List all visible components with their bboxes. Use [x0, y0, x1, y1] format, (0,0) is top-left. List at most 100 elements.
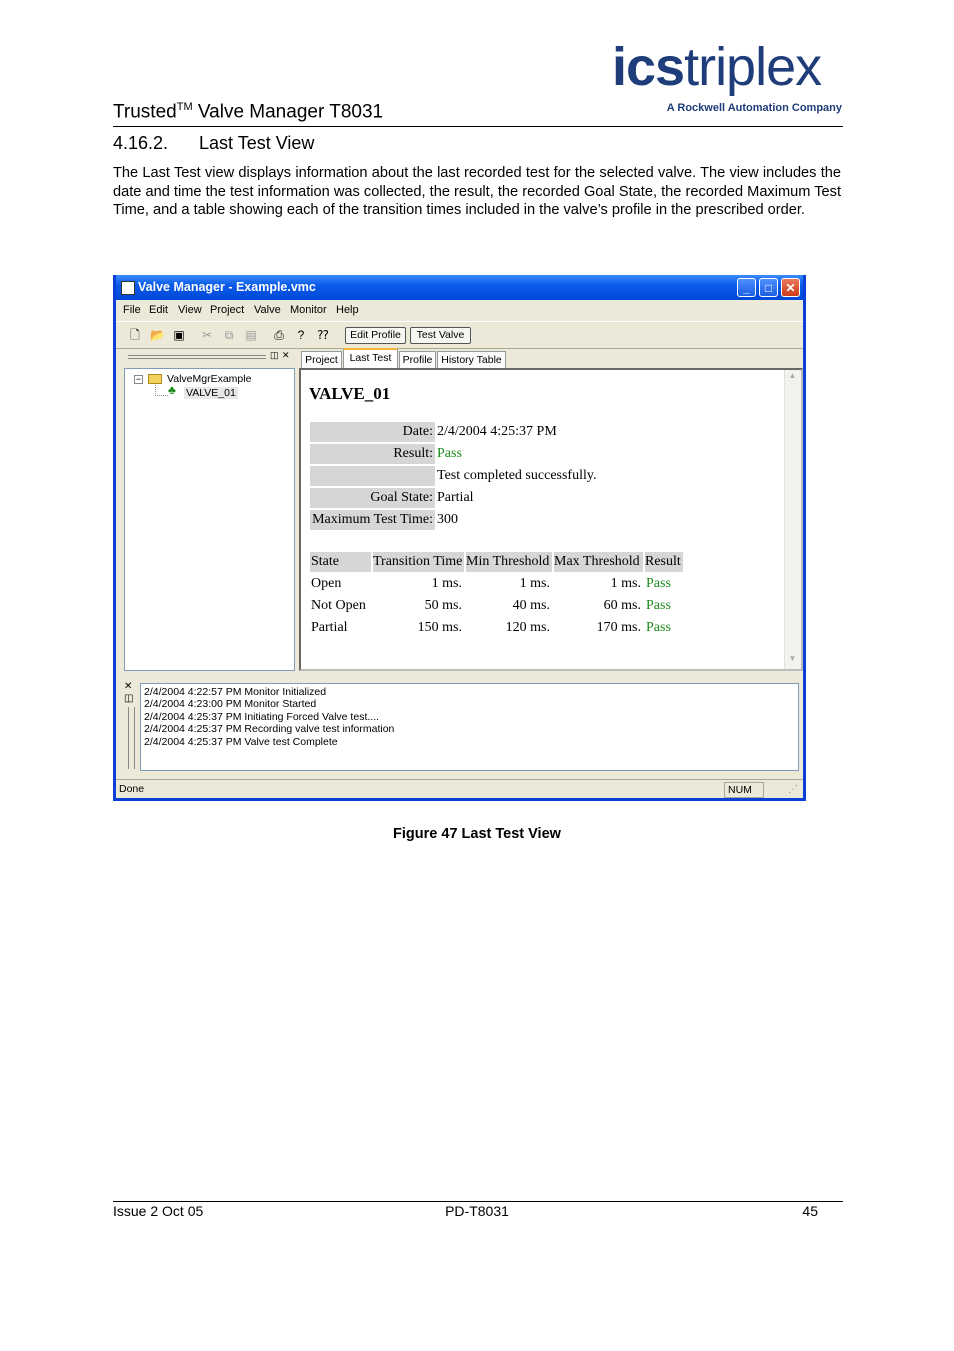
max-test-time-value: 300: [437, 512, 458, 527]
logo-tagline: A Rockwell Automation Company: [666, 102, 842, 114]
tree-root-item[interactable]: ValveMgrExample: [167, 373, 251, 385]
vertical-scrollbar[interactable]: ▲ ▼: [784, 370, 801, 669]
footer-rule: [113, 1201, 843, 1202]
table-cell: 40 ms.: [512, 598, 550, 613]
table-header-state: State: [310, 552, 371, 572]
cut-icon[interactable]: ✂: [200, 328, 214, 342]
table-cell: 170 ms.: [596, 620, 641, 635]
table-header-result: Result: [645, 552, 683, 572]
print-icon[interactable]: ⎙: [272, 328, 286, 342]
goal-state-label: Goal State:: [310, 488, 435, 508]
section-title: Last Test View: [199, 133, 315, 153]
menu-project[interactable]: Project: [210, 300, 244, 320]
dock-close-icon[interactable]: ✕: [282, 350, 290, 361]
message-value: Test completed successfully.: [437, 468, 597, 483]
table-cell: Pass: [646, 576, 671, 591]
app-window: Valve Manager - Example.vmc _ □ ✕ File E…: [113, 275, 806, 801]
logo-bold-text: ics: [612, 37, 685, 97]
close-button[interactable]: ✕: [781, 278, 800, 297]
tab-history-table[interactable]: History Table: [437, 351, 506, 368]
menu-file[interactable]: File: [123, 300, 141, 320]
paste-icon[interactable]: ▤: [244, 328, 258, 342]
logo-light-text: triplex: [684, 37, 822, 97]
help-icon[interactable]: ?: [294, 328, 308, 342]
edit-profile-button[interactable]: Edit Profile: [345, 327, 406, 344]
scroll-up-icon[interactable]: ▲: [786, 371, 799, 385]
valve-icon: ♣: [168, 383, 176, 397]
menu-help[interactable]: Help: [336, 300, 359, 320]
status-bar: Done NUM ⋰: [116, 779, 803, 799]
menu-edit[interactable]: Edit: [149, 300, 168, 320]
table-cell: Pass: [646, 598, 671, 613]
doc-title-post: Valve Manager T8031: [192, 101, 384, 123]
project-tree: − ValveMgrExample ♣ VALVE_01: [124, 368, 295, 671]
toolbar: 🗋 📂 ▣ ✂ ⧉ ▤ ⎙ ? ⁇ Edit Profile Test Valv…: [116, 321, 803, 349]
date-label: Date:: [310, 422, 435, 442]
message-label: [310, 466, 435, 486]
title-bar[interactable]: Valve Manager - Example.vmc _ □ ✕: [116, 275, 803, 300]
folder-icon: [148, 374, 162, 384]
scroll-down-icon[interactable]: ▼: [786, 654, 799, 668]
maximize-button[interactable]: □: [759, 278, 778, 297]
tab-project[interactable]: Project: [301, 351, 342, 368]
last-test-view: ▲ ▼ VALVE_01 Date: 2/4/2004 4:25:37 PM R…: [299, 368, 803, 671]
tree-connector: [155, 385, 168, 396]
table-header-transition-time: Transition Time: [373, 552, 464, 572]
header-rule: [113, 126, 843, 127]
valve-name-heading: VALVE_01: [309, 384, 391, 403]
dock-grip[interactable]: ◫ ✕: [124, 350, 292, 361]
log-close-icon[interactable]: ✕: [124, 681, 132, 692]
resize-grip-icon[interactable]: ⋰: [788, 780, 798, 799]
doc-title-pre: Trusted: [113, 101, 177, 123]
section-number: 4.16.2.: [113, 133, 169, 153]
max-test-time-label: Maximum Test Time:: [310, 510, 435, 530]
context-help-icon[interactable]: ⁇: [316, 328, 330, 342]
log-grip[interactable]: [128, 707, 135, 769]
log-line: 2/4/2004 4:25:37 PM Valve test Complete: [144, 735, 338, 748]
table-cell: 1 ms.: [431, 576, 462, 591]
footer-page-number: 45: [802, 1203, 818, 1219]
tree-collapse-icon[interactable]: −: [134, 375, 143, 384]
tab-last-test[interactable]: Last Test: [343, 348, 398, 368]
minimize-button[interactable]: _: [737, 278, 756, 297]
log-line: 2/4/2004 4:25:37 PM Initiating Forced Va…: [144, 710, 380, 723]
table-cell: 120 ms.: [505, 620, 550, 635]
result-label: Result:: [310, 444, 435, 464]
table-cell: 60 ms.: [603, 598, 641, 613]
num-lock-indicator: NUM: [724, 782, 764, 798]
table-header-max-threshold: Max Threshold: [554, 552, 643, 572]
table-cell: 50 ms.: [424, 598, 462, 613]
section-heading: 4.16.2. Last Test View: [113, 133, 314, 154]
tree-valve-item[interactable]: VALVE_01: [184, 387, 238, 399]
table-cell: Not Open: [311, 598, 366, 613]
figure-caption: Figure 47 Last Test View: [393, 826, 561, 842]
table-header-min-threshold: Min Threshold: [466, 552, 552, 572]
date-value: 2/4/2004 4:25:37 PM: [437, 424, 557, 439]
log-output: 2/4/2004 4:22:57 PM Monitor Initialized …: [140, 683, 799, 771]
window-title: Valve Manager - Example.vmc: [138, 280, 316, 294]
document-title: TrustedTM Valve Manager T8031: [113, 101, 383, 123]
open-folder-icon[interactable]: 📂: [150, 328, 165, 342]
section-paragraph: The Last Test view displays information …: [113, 165, 841, 218]
log-line: 2/4/2004 4:23:00 PM Monitor Started: [144, 698, 317, 711]
log-line: 2/4/2004 4:22:57 PM Monitor Initialized: [144, 686, 327, 698]
tab-profile[interactable]: Profile: [399, 351, 436, 368]
copy-icon[interactable]: ⧉: [222, 328, 236, 342]
test-valve-button[interactable]: Test Valve: [410, 327, 471, 344]
table-cell: Partial: [311, 620, 348, 635]
table-cell: Pass: [646, 620, 671, 635]
menu-monitor[interactable]: Monitor: [290, 300, 327, 320]
log-restore-icon[interactable]: ◫: [124, 693, 133, 704]
app-icon: [121, 281, 135, 295]
menu-valve[interactable]: Valve: [254, 300, 281, 320]
dock-restore-icon[interactable]: ◫: [270, 350, 279, 361]
save-icon[interactable]: ▣: [172, 328, 186, 342]
table-cell: 150 ms.: [417, 620, 462, 635]
status-text: Done: [119, 783, 145, 795]
log-line: 2/4/2004 4:25:37 PM Recording valve test…: [144, 723, 395, 736]
goal-state-value: Partial: [437, 490, 474, 505]
table-cell: 1 ms.: [519, 576, 550, 591]
table-cell: Open: [311, 576, 342, 591]
menu-view[interactable]: View: [178, 300, 202, 320]
new-file-icon[interactable]: 🗋: [128, 328, 142, 342]
